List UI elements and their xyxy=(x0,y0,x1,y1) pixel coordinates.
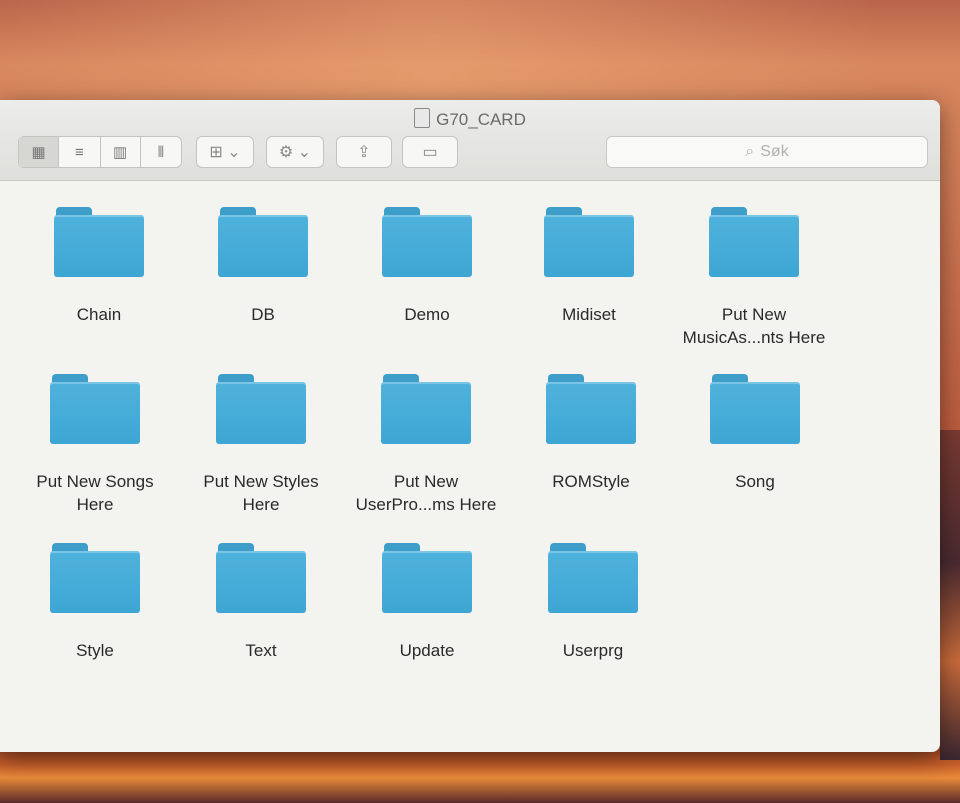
folder-label: Chain xyxy=(76,305,122,324)
folder-icon xyxy=(544,207,634,277)
toolbar: ▦ ≡ ▥ ⫴ ⊞ ⌄ ⚙ ⌄ ⇪ ▭ ⌕ Søk xyxy=(18,136,930,170)
column-view-icon: ▥ xyxy=(113,144,128,161)
share-icon: ⇪ xyxy=(357,144,371,161)
folder-label: Midiset xyxy=(562,305,616,324)
title-bar[interactable]: G70_CARD ▦ ≡ ▥ ⫴ ⊞ ⌄ ⚙ ⌄ ⇪ ▭ ⌕ Søk xyxy=(0,100,940,181)
folder-icon xyxy=(381,374,471,444)
window-title-text: G70_CARD xyxy=(436,110,526,129)
folder-item-midiset[interactable]: Midiset xyxy=(514,207,664,326)
column-view-button[interactable]: ▥ xyxy=(101,137,141,167)
folder-label: Update xyxy=(399,641,455,660)
folder-item-put-new-musicassistants-here[interactable]: Put New MusicAs...nts Here xyxy=(674,207,834,349)
gallery-view-button[interactable]: ⫴ xyxy=(141,137,181,167)
share-button[interactable]: ⇪ xyxy=(336,136,392,168)
folder-item-song[interactable]: Song xyxy=(680,374,830,493)
search-field[interactable]: ⌕ Søk xyxy=(606,136,928,168)
folder-icon xyxy=(216,374,306,444)
tag-icon: ▭ xyxy=(422,144,438,161)
folder-label: Userprg xyxy=(562,641,624,660)
folder-label: Song xyxy=(735,472,775,491)
folder-item-db[interactable]: DB xyxy=(188,207,338,326)
folder-item-put-new-styles-here[interactable]: Put New Styles Here xyxy=(186,374,336,516)
gear-icon: ⚙ ⌄ xyxy=(278,144,312,161)
action-button[interactable]: ⚙ ⌄ xyxy=(266,136,324,168)
folder-item-demo[interactable]: Demo xyxy=(352,207,502,326)
folder-label: Style xyxy=(76,641,114,660)
wallpaper-mountains-right xyxy=(940,430,960,760)
finder-window: G70_CARD ▦ ≡ ▥ ⫴ ⊞ ⌄ ⚙ ⌄ ⇪ ▭ ⌕ Søk Chain xyxy=(0,100,940,752)
folder-icon xyxy=(216,543,306,613)
folder-icon xyxy=(50,374,140,444)
folder-item-update[interactable]: Update xyxy=(352,543,502,662)
disk-icon xyxy=(414,108,431,128)
folder-icon xyxy=(50,543,140,613)
folder-icon xyxy=(710,374,800,444)
folder-icon xyxy=(382,207,472,277)
list-view-icon: ≡ xyxy=(75,143,84,161)
folder-item-style[interactable]: Style xyxy=(20,543,170,662)
search-icon: ⌕ xyxy=(745,143,755,160)
folder-icon xyxy=(548,543,638,613)
folder-label: Put New Songs Here xyxy=(36,472,154,514)
folder-label: DB xyxy=(251,305,275,324)
folder-label: Put New UserPro...ms Here xyxy=(355,472,497,514)
folder-icon xyxy=(54,207,144,277)
icon-view-button[interactable]: ▦ xyxy=(19,137,60,167)
folder-item-text[interactable]: Text xyxy=(186,543,336,662)
folder-icon xyxy=(709,207,799,277)
folder-label: Put New Styles Here xyxy=(203,472,319,514)
folder-label: Demo xyxy=(404,305,450,324)
list-view-button[interactable]: ≡ xyxy=(59,137,101,167)
gallery-view-icon: ⫴ xyxy=(157,143,165,161)
folder-grid: Chain DB Demo Midiset Put New MusicAs...… xyxy=(0,181,940,752)
window-title: G70_CARD xyxy=(0,108,940,130)
folder-icon xyxy=(218,207,308,277)
folder-icon xyxy=(382,543,472,613)
folder-label: Text xyxy=(245,641,277,660)
folder-item-chain[interactable]: Chain xyxy=(24,207,174,326)
folder-item-put-new-userprograms-here[interactable]: Put New UserPro...ms Here xyxy=(346,374,506,516)
view-mode-segmented-control: ▦ ≡ ▥ ⫴ xyxy=(18,136,182,168)
folder-item-userprg[interactable]: Userprg xyxy=(518,543,668,662)
icon-view-icon: ▦ xyxy=(31,144,46,161)
folder-item-romstyle[interactable]: ROMStyle xyxy=(516,374,666,493)
arrange-button[interactable]: ⊞ ⌄ xyxy=(196,136,254,168)
tag-button[interactable]: ▭ xyxy=(402,136,458,168)
folder-label: Put New MusicAs...nts Here xyxy=(682,305,826,347)
folder-icon xyxy=(546,374,636,444)
search-placeholder: Søk xyxy=(760,143,789,160)
arrange-icon: ⊞ ⌄ xyxy=(209,144,241,161)
folder-item-put-new-songs-here[interactable]: Put New Songs Here xyxy=(20,374,170,516)
folder-label: ROMStyle xyxy=(552,472,630,491)
